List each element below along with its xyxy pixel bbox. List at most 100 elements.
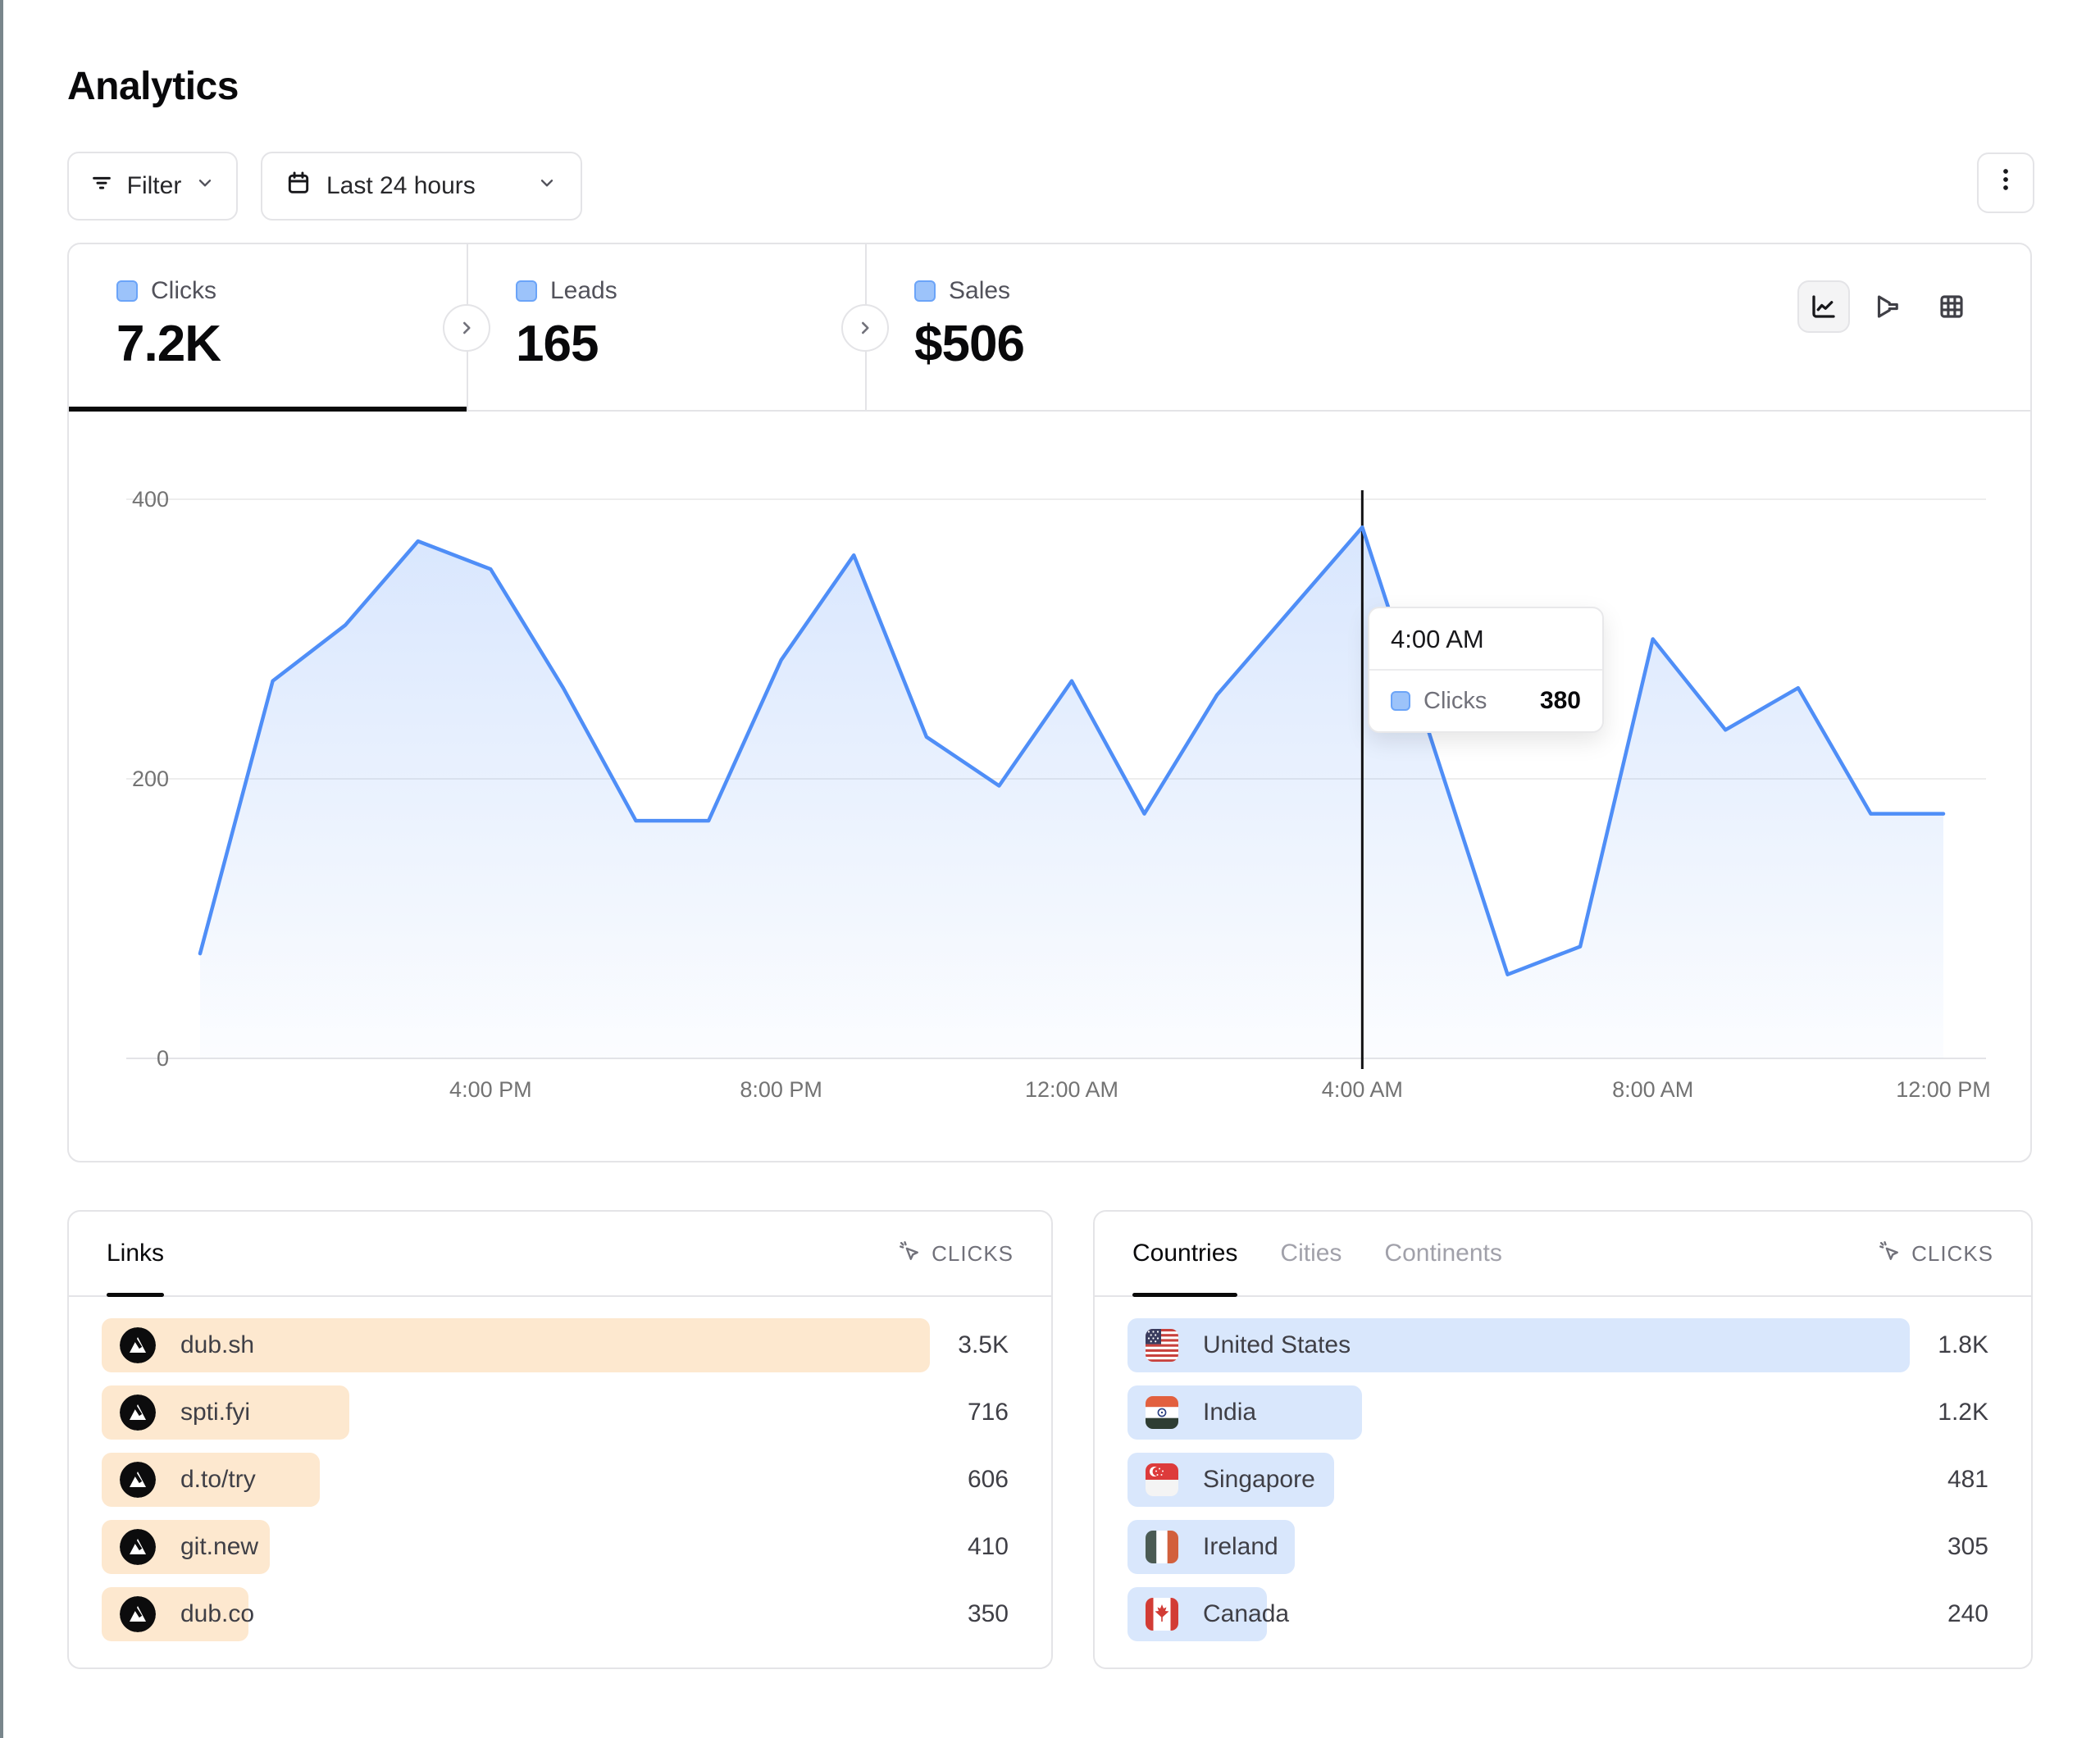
table-view-toggle[interactable] xyxy=(1925,280,1978,333)
countries-metric-label: CLICKS xyxy=(1911,1241,1993,1267)
countries-panel: Countries Cities Continents CLICKS United … xyxy=(1093,1210,2033,1669)
row-value: 350 xyxy=(968,1600,1018,1628)
link-row[interactable]: git.new 410 xyxy=(102,1520,1018,1574)
tab-clicks[interactable]: Clicks 7.2K xyxy=(69,244,467,412)
row-label: Canada xyxy=(1203,1600,1289,1628)
links-panel: Links CLICKS dub.sh 3.5K spti.fyi 716 d.to/t… xyxy=(67,1210,1053,1669)
dub-logo-avatar xyxy=(120,1529,156,1565)
calendar-icon xyxy=(285,170,312,202)
ie-flag-icon xyxy=(1146,1531,1178,1563)
tab-leads[interactable]: Leads 165 xyxy=(468,244,865,412)
analytics-page: Analytics Filter Last 24 hours xyxy=(0,0,2100,1738)
countries-metric-selector[interactable]: CLICKS xyxy=(1877,1239,1993,1269)
leads-legend-chip xyxy=(516,280,537,302)
page-title: Analytics xyxy=(67,64,239,109)
chart-canvas[interactable] xyxy=(69,412,2034,1164)
clicks-legend-chip xyxy=(116,280,138,302)
links-metric-selector[interactable]: CLICKS xyxy=(897,1239,1014,1269)
country-row[interactable]: Singapore 481 xyxy=(1127,1453,1998,1507)
chart-tooltip: 4:00 AM Clicks 380 xyxy=(1368,607,1604,733)
analytics-card: Clicks 7.2K Leads 165 Sales $506 xyxy=(67,243,2032,1162)
y-axis-tick: 200 xyxy=(69,767,169,792)
row-label: United States xyxy=(1203,1331,1351,1359)
tab-links[interactable]: Links xyxy=(107,1212,164,1295)
x-axis-tick: 12:00 AM xyxy=(1025,1077,1118,1103)
line-chart-toggle[interactable] xyxy=(1797,280,1850,333)
row-label: Singapore xyxy=(1203,1466,1315,1494)
row-value: 410 xyxy=(968,1533,1018,1561)
leads-tab-label: Leads xyxy=(550,277,617,305)
country-row[interactable]: Ireland 305 xyxy=(1127,1520,1998,1574)
kebab-icon xyxy=(1993,166,2018,200)
country-row[interactable]: United States 1.8K xyxy=(1127,1318,1998,1372)
sales-legend-chip xyxy=(914,280,936,302)
table-grid-icon xyxy=(1937,292,1966,321)
row-value: 240 xyxy=(1947,1600,1998,1628)
chevron-down-icon xyxy=(194,172,216,200)
row-label: dub.co xyxy=(180,1600,254,1628)
link-row[interactable]: dub.co 350 xyxy=(102,1587,1018,1641)
dub-logo-avatar xyxy=(120,1462,156,1498)
row-label: git.new xyxy=(180,1533,258,1561)
links-metric-label: CLICKS xyxy=(932,1241,1014,1267)
link-row[interactable]: dub.sh 3.5K xyxy=(102,1318,1018,1372)
sg-flag-icon xyxy=(1146,1463,1178,1496)
row-value: 1.2K xyxy=(1938,1399,1998,1426)
row-value: 481 xyxy=(1947,1466,1998,1494)
dub-logo-avatar xyxy=(120,1394,156,1431)
tab-continents[interactable]: Continents xyxy=(1384,1212,1501,1295)
tab-sales[interactable]: Sales $506 xyxy=(867,244,1293,412)
tooltip-time: 4:00 AM xyxy=(1369,608,1602,671)
chevron-right-icon xyxy=(854,317,876,339)
expand-clicks-button[interactable] xyxy=(443,304,490,352)
chart-type-toggles xyxy=(1797,280,1978,333)
dub-logo-avatar xyxy=(120,1327,156,1363)
stats-row: Clicks 7.2K Leads 165 Sales $506 xyxy=(69,244,2030,412)
row-value: 3.5K xyxy=(958,1331,1018,1359)
row-value: 305 xyxy=(1947,1533,1998,1561)
x-axis-tick: 4:00 AM xyxy=(1322,1077,1403,1103)
funnel-icon xyxy=(1873,292,1902,321)
filter-button-label: Filter xyxy=(127,172,182,200)
window-edge-strip xyxy=(0,0,3,1738)
dub-logo-avatar xyxy=(120,1596,156,1632)
row-label: spti.fyi xyxy=(180,1399,250,1426)
y-axis-tick: 400 xyxy=(69,487,169,512)
countries-panel-header: Countries Cities Continents CLICKS xyxy=(1095,1212,2031,1297)
filter-button[interactable]: Filter xyxy=(67,152,238,221)
country-row[interactable]: Canada 240 xyxy=(1127,1587,1998,1641)
links-panel-header: Links CLICKS xyxy=(69,1212,1051,1297)
clicks-tab-label: Clicks xyxy=(151,277,216,305)
funnel-chart-toggle[interactable] xyxy=(1861,280,1914,333)
row-value: 1.8K xyxy=(1938,1331,1998,1359)
date-range-button[interactable]: Last 24 hours xyxy=(261,152,582,221)
cursor-click-icon xyxy=(1877,1239,1902,1269)
tooltip-legend-chip xyxy=(1391,691,1410,711)
line-chart-icon xyxy=(1809,292,1838,321)
x-axis-tick: 4:00 PM xyxy=(449,1077,532,1103)
link-row[interactable]: spti.fyi 716 xyxy=(102,1385,1018,1440)
tab-cities[interactable]: Cities xyxy=(1280,1212,1342,1295)
links-list: dub.sh 3.5K spti.fyi 716 d.to/try 606 git.new 4… xyxy=(69,1318,1051,1654)
row-label: d.to/try xyxy=(180,1466,256,1494)
x-axis-tick: 12:00 PM xyxy=(1896,1077,1991,1103)
tooltip-series-label: Clicks xyxy=(1424,688,1487,715)
row-label: Ireland xyxy=(1203,1533,1278,1561)
us-flag-icon xyxy=(1146,1329,1178,1362)
country-row[interactable]: India1.2K xyxy=(1127,1385,1998,1440)
clicks-chart[interactable]: 02004004:00 PM8:00 PM12:00 AM4:00 AM8:00… xyxy=(69,412,2034,1164)
sales-value: $506 xyxy=(914,315,1293,373)
clicks-value: 7.2K xyxy=(116,315,467,373)
x-axis-tick: 8:00 AM xyxy=(1612,1077,1693,1103)
countries-list: United States 1.8K India1.2K Singapore 481 Ir… xyxy=(1095,1318,2031,1654)
y-axis-tick: 0 xyxy=(69,1046,169,1071)
filter-icon xyxy=(89,171,114,202)
link-row[interactable]: d.to/try 606 xyxy=(102,1453,1018,1507)
row-label: dub.sh xyxy=(180,1331,254,1359)
tab-countries[interactable]: Countries xyxy=(1132,1212,1237,1295)
more-options-button[interactable] xyxy=(1977,152,2034,213)
expand-leads-button[interactable] xyxy=(841,304,889,352)
row-value: 716 xyxy=(968,1399,1018,1426)
row-value: 606 xyxy=(968,1466,1018,1494)
date-range-label: Last 24 hours xyxy=(326,172,476,200)
